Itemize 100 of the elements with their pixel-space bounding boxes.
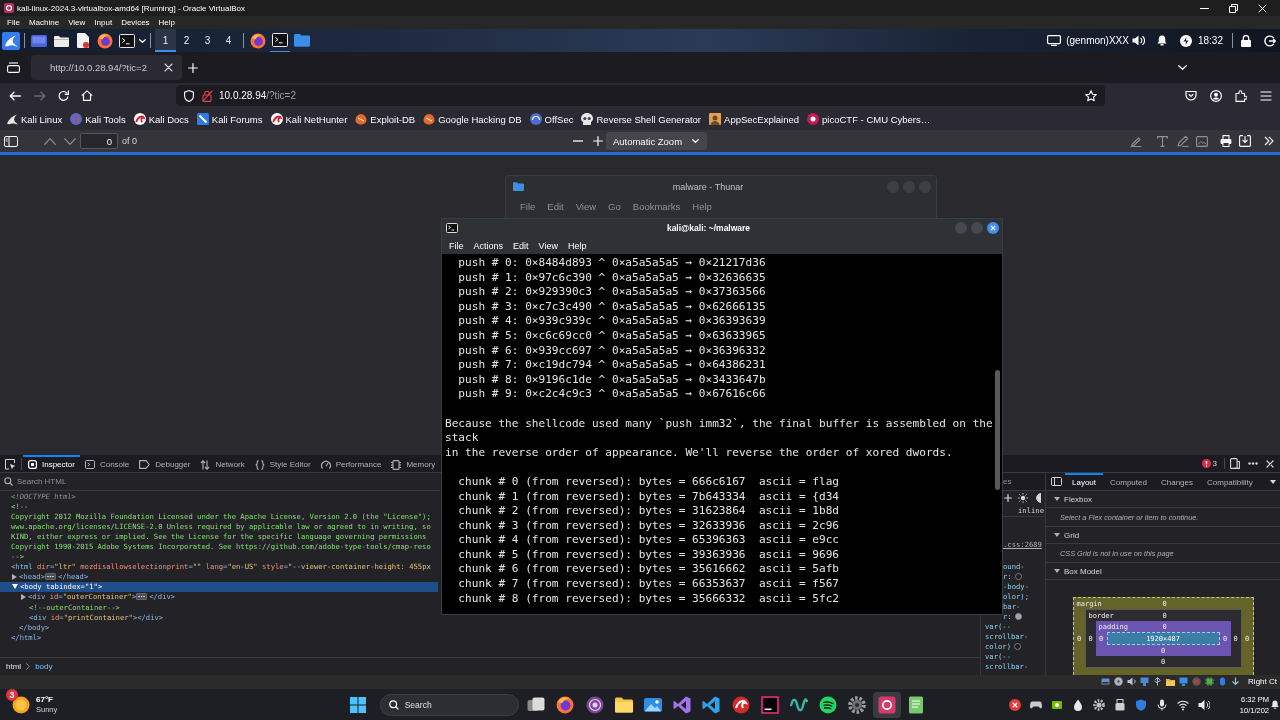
devtools-tab[interactable]: Debugger [134,455,196,472]
terminal-icon[interactable] [270,33,290,53]
search-field[interactable]: Search HTML [0,473,440,490]
sidebar-toggle-icon[interactable] [1051,477,1062,486]
color-swatch-icon[interactable] [1014,613,1022,620]
crossed-lock-icon[interactable] [202,89,213,102]
devtools-tab[interactable]: Performance [315,455,387,472]
puzzle-icon[interactable] [1235,89,1247,102]
menu-item[interactable]: Bookmarks [632,200,681,212]
account-icon[interactable] [1210,89,1222,102]
close-icon[interactable] [987,222,999,234]
more-icon[interactable] [1248,462,1258,465]
download-icon[interactable] [1239,135,1251,147]
gear-icon[interactable] [1093,698,1106,711]
bookmark-item[interactable]: Reverse Shell Generator [577,110,706,128]
workspace-button[interactable]: 1 [155,29,176,52]
bookmark-item[interactable]: Google Hacking DB [419,110,526,128]
panel-tab-label[interactable]: es [1003,477,1012,486]
menu-item[interactable]: File [5,18,22,27]
highlighter-icon[interactable] [1130,135,1142,147]
folder-icon[interactable] [614,695,633,714]
tile-icon[interactable] [760,695,779,714]
scrollbar-thumb[interactable] [995,370,1000,490]
stop-icon[interactable] [1009,698,1022,711]
wifi-icon[interactable] [1177,698,1190,711]
chip-icon[interactable] [1051,698,1064,711]
menu-item[interactable]: Machine [26,18,62,27]
menu-item[interactable]: Edit [547,200,564,212]
ribbon-icon[interactable] [673,695,692,714]
menu-item[interactable]: Help [156,18,178,27]
color-swatch-icon[interactable] [1014,572,1022,580]
ribbon-icon[interactable] [702,695,721,714]
url-field[interactable]: 10.0.28.94/?tic=2 [176,85,1105,106]
bookmark-item[interactable]: OffSec [525,110,578,128]
color-swatch-icon[interactable] [1013,643,1021,651]
caret-icon[interactable] [138,38,146,43]
menu-item[interactable]: Input [92,18,115,27]
menu-item[interactable]: Help [692,200,712,212]
close-icon[interactable] [1266,459,1274,468]
photo-icon[interactable] [644,695,663,714]
overlapping-windows-icon[interactable] [527,695,546,714]
desktop-icon[interactable] [31,34,47,47]
home-icon[interactable] [81,90,93,101]
document-icon[interactable] [77,33,89,48]
pocket-icon[interactable] [1185,90,1197,101]
bell-icon[interactable] [1271,700,1279,709]
wave-icon[interactable] [789,695,808,714]
ellipsis-icon[interactable] [136,593,148,601]
bookmark-item[interactable]: picoCTF - CMU Cybers… [803,110,935,128]
usb-icon[interactable] [1114,698,1127,711]
sidebar-tab[interactable]: Layout [1065,473,1104,490]
app-logo-icon[interactable] [872,691,901,718]
swirl-icon[interactable] [731,695,750,714]
folder-icon[interactable] [53,34,69,47]
expand-arrow-icon[interactable] [1054,497,1060,501]
speaker-icon[interactable] [1198,698,1211,711]
plus-icon[interactable] [1004,494,1012,502]
breadcrumb-item[interactable]: html [6,662,22,671]
chevron-up-icon[interactable] [44,137,56,145]
devtools-tab[interactable]: Network [195,455,250,472]
menu-item[interactable]: File [520,200,536,212]
menu-item[interactable]: View [66,18,88,27]
dropdown-caret-icon[interactable] [1270,479,1276,484]
browser-icon[interactable] [97,32,113,49]
bookmark-item[interactable]: Kali Linux [2,110,67,128]
picker-icon[interactable] [4,457,16,470]
search-field[interactable]: Search [379,693,519,716]
browser-icon[interactable] [556,695,575,714]
star-icon[interactable] [1085,89,1097,102]
zoom-select[interactable]: Automatic Zoom [605,132,708,150]
menu-item[interactable]: View [575,200,597,212]
image-icon[interactable] [1196,135,1208,147]
ellipsis-icon[interactable] [44,573,56,581]
bolt-icon[interactable] [1179,34,1192,47]
terminal-icon[interactable] [119,33,135,48]
browser-tab[interactable]: http://10.0.28.94/?tic=2 [31,55,182,80]
menu-item[interactable]: File [449,240,464,251]
gear-icon[interactable] [848,695,867,714]
half-circle-icon[interactable] [1036,493,1042,503]
bookmark-item[interactable]: Kali NetHunter [266,110,352,128]
restore-icon[interactable] [1229,3,1238,13]
start-icon[interactable] [349,696,366,713]
sidebar-tab[interactable]: Computed [1103,473,1154,490]
menu-item[interactable]: Help [567,240,587,251]
menu-item[interactable]: Go [608,200,621,212]
menu-item[interactable]: View [538,240,558,251]
expand-arrow-icon[interactable] [1054,569,1060,573]
pen-icon[interactable] [1177,135,1189,147]
sidebar-icon[interactable] [4,135,18,147]
minimize-icon[interactable] [1200,7,1209,9]
minus-icon[interactable] [572,140,583,142]
expand-arrow-icon[interactable] [21,594,26,600]
menu-item[interactable]: Edit [513,240,529,251]
bookmark-item[interactable]: Kali Forums [192,110,267,128]
expand-arrow-icon[interactable] [12,584,18,590]
back-icon[interactable] [9,90,21,101]
devtools-tab[interactable]: Memory [386,455,441,472]
sound-waves-icon[interactable] [819,695,838,714]
bookmark-item[interactable]: Exploit-DB [351,110,420,128]
devtools-tab[interactable]: Console [79,455,135,472]
